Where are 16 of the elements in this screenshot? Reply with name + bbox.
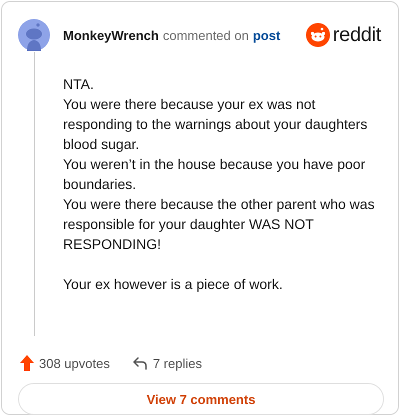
reply-count[interactable]: 7 replies xyxy=(132,350,202,376)
comment-text: Your ex however is a piece of work. xyxy=(63,275,284,294)
brand-name: reddit xyxy=(332,24,381,46)
comment-text: You weren’t in the house because you have poor boundaries. xyxy=(63,155,366,194)
upvote-icon xyxy=(20,355,34,371)
view-comments-button[interactable]: View 7 comments xyxy=(18,383,384,415)
comment-text: You were there because the other parent who was responsible for your daughter WAS NOT RESPONDING! xyxy=(63,195,376,254)
upvote-count[interactable]: 308 upvotes xyxy=(20,350,110,376)
author-name[interactable]: MonkeyWrench xyxy=(63,28,159,42)
post-link[interactable]: post xyxy=(252,28,280,42)
avatar-icon xyxy=(18,19,50,51)
logo-icon xyxy=(306,23,330,47)
action-text: commented on xyxy=(162,28,249,42)
reply-icon xyxy=(132,356,148,370)
comment-text: NTA. xyxy=(63,75,95,94)
comment-text: You were there because your ex was not responding to the warnings about your daughters blood sugar. xyxy=(63,95,368,154)
